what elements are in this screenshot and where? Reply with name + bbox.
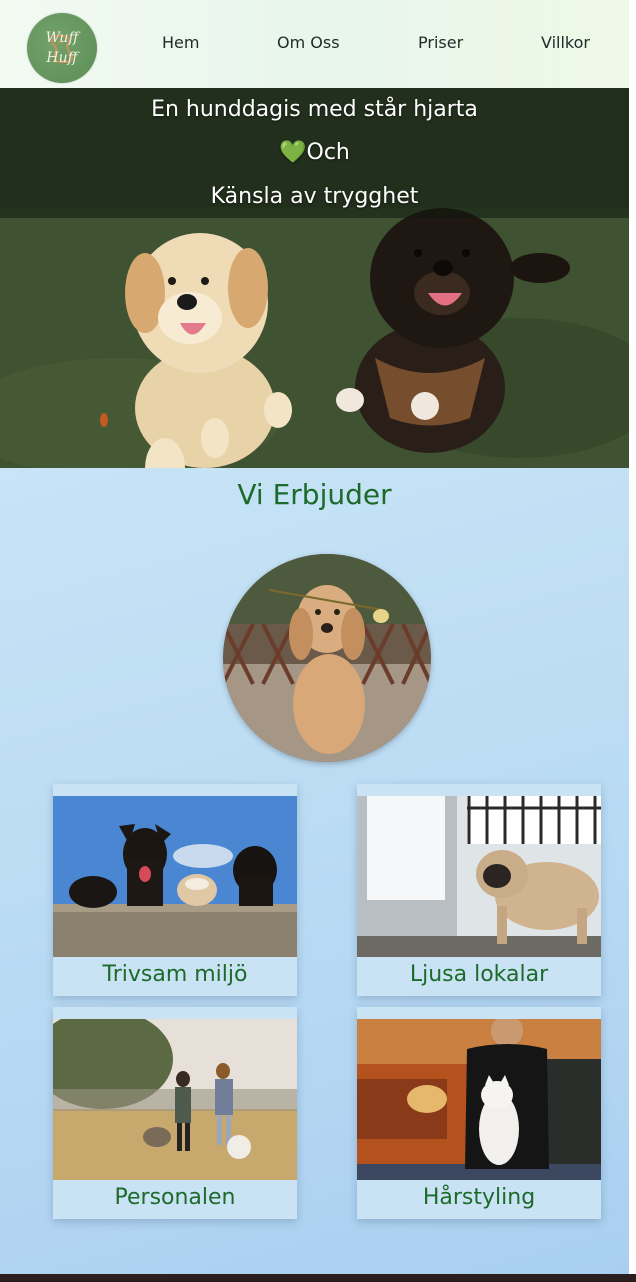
staff-walking-dogs-photo (53, 1019, 297, 1180)
offer-card-personalen[interactable]: Personalen (53, 1007, 297, 1219)
page-footer-edge (0, 1274, 636, 1282)
section-title: Vi Erbjuder (237, 478, 392, 511)
hero-line-3: Känsla av trygghet (210, 184, 419, 209)
hero-line-2-text: Och (306, 140, 350, 165)
nav-item-om-oss[interactable]: Om Oss (277, 33, 340, 52)
offer-card-trivsam-miljo[interactable]: Trivsam miljö (53, 784, 297, 996)
nav-item-priser[interactable]: Priser (418, 33, 463, 52)
green-heart-icon: 💚 (279, 140, 307, 165)
offer-label: Trivsam miljö (102, 962, 248, 987)
hero-line-2: 💚Och (0, 140, 629, 165)
page: Wuff Huff Hem Om Oss Priser Villkor En h… (0, 0, 629, 1274)
puppy-with-flower-photo (223, 554, 431, 762)
dog-grooming-photo (357, 1019, 601, 1180)
offer-label: Hårstyling (422, 1185, 536, 1210)
nav-item-hem[interactable]: Hem (162, 33, 199, 52)
hero-banner: En hunddagis med står hjarta 💚Och Känsla… (0, 88, 629, 468)
logo-text-bottom: Huff (46, 50, 78, 66)
logo-text-top: Wuff (45, 30, 79, 46)
offer-card-harstyling[interactable]: Hårstyling (357, 1007, 601, 1219)
pug-indoor-photo (357, 796, 601, 957)
main-nav: Hem Om Oss Priser Villkor (0, 33, 629, 55)
dogs-on-wall-photo (53, 796, 297, 957)
scrollbar-gutter (629, 0, 636, 1282)
nav-item-villkor[interactable]: Villkor (541, 33, 590, 52)
offer-label: Ljusa lokalar (409, 962, 549, 987)
hero-line-1: En hunddagis med står hjarta (151, 97, 478, 122)
offer-card-ljusa-lokalar[interactable]: Ljusa lokalar (357, 784, 601, 996)
offer-label: Personalen (114, 1185, 236, 1210)
header: Wuff Huff Hem Om Oss Priser Villkor (0, 0, 629, 88)
